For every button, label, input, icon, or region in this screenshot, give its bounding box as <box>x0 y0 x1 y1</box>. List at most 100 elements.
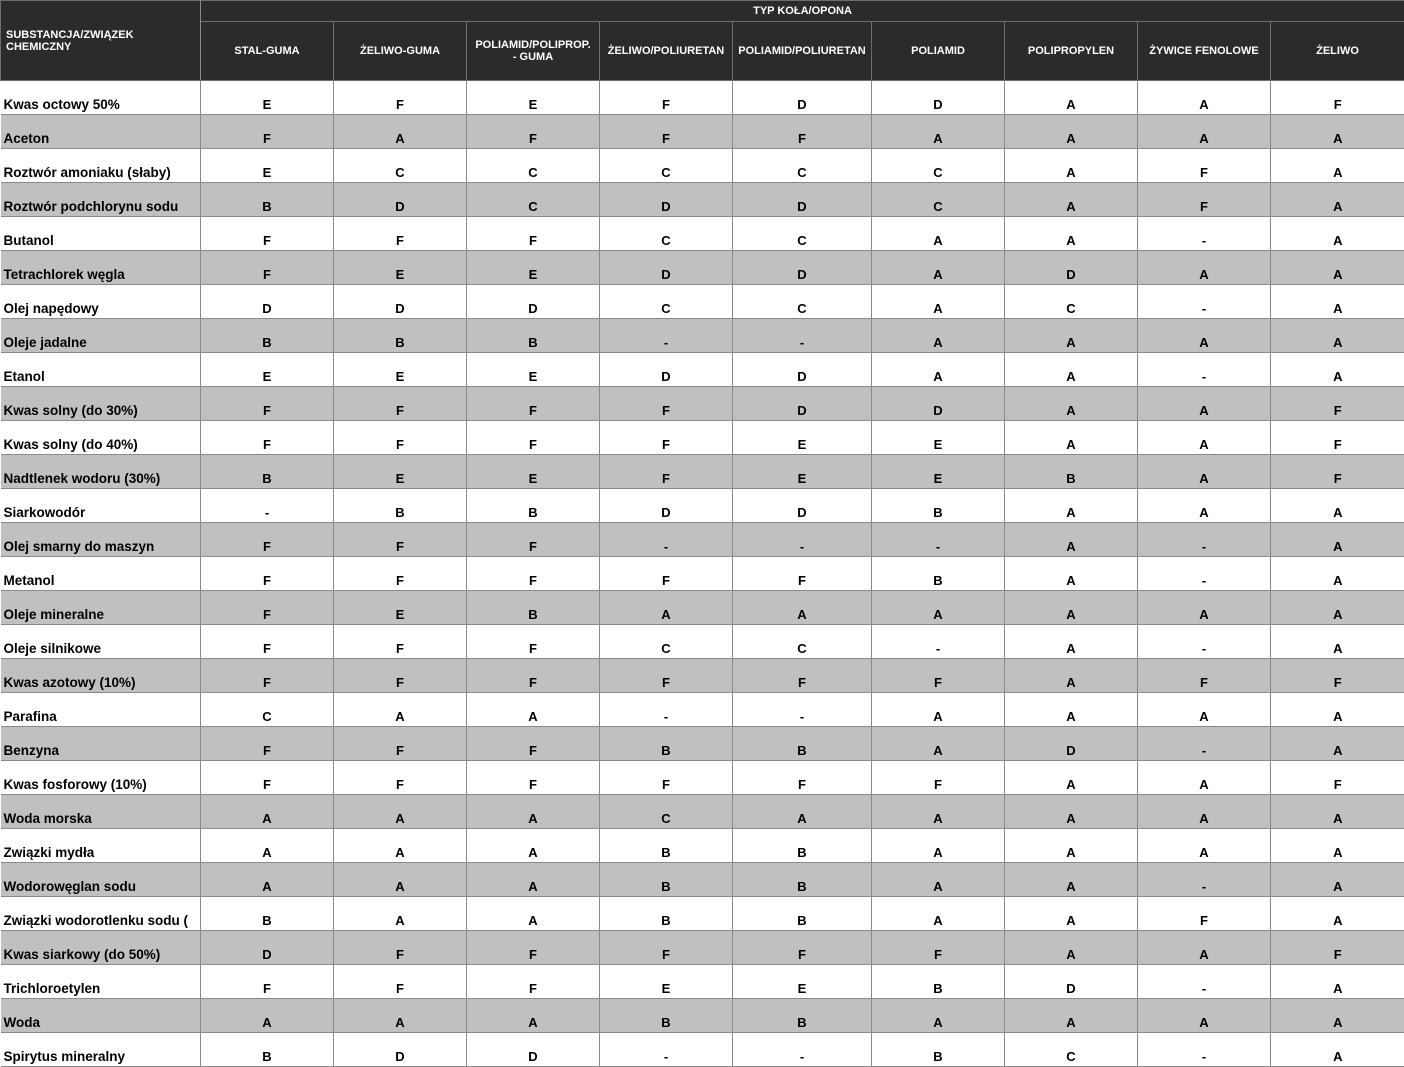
table-row: Tetrachlorek węglaFEEDDADAA <box>1 251 1404 285</box>
resistance-rating: D <box>733 489 872 523</box>
column-header: ŻELIWO/POLIURETAN <box>600 22 733 81</box>
resistance-rating: F <box>1138 183 1271 217</box>
resistance-rating: E <box>467 353 600 387</box>
resistance-rating: A <box>1138 115 1271 149</box>
resistance-rating: A <box>1005 183 1138 217</box>
resistance-rating: - <box>733 319 872 353</box>
resistance-rating: D <box>467 1033 600 1067</box>
resistance-rating: B <box>872 1033 1005 1067</box>
resistance-rating: A <box>334 795 467 829</box>
resistance-rating: B <box>201 183 334 217</box>
chemical-resistance-table: SUBSTANCJA/ZWIĄZEK CHEMICZNY TYP KOŁA/OP… <box>0 0 1404 1067</box>
resistance-rating: F <box>600 455 733 489</box>
substance-name: Kwas siarkowy (do 50%) <box>1 931 201 965</box>
substance-name: Aceton <box>1 115 201 149</box>
substance-name: Oleje silnikowe <box>1 625 201 659</box>
resistance-rating: B <box>600 897 733 931</box>
substance-name: Kwas solny (do 30%) <box>1 387 201 421</box>
resistance-rating: F <box>872 761 1005 795</box>
substance-name: Butanol <box>1 217 201 251</box>
resistance-rating: F <box>467 115 600 149</box>
column-header: ŻYWICE FENOLOWE <box>1138 22 1271 81</box>
table-row: WodaAAABBAAAA <box>1 999 1404 1033</box>
table-row: TrichloroetylenFFFEEBD-A <box>1 965 1404 999</box>
resistance-rating: F <box>334 81 467 115</box>
substance-name: Woda morska <box>1 795 201 829</box>
resistance-rating: F <box>201 115 334 149</box>
resistance-rating: C <box>600 625 733 659</box>
resistance-rating: A <box>1005 523 1138 557</box>
resistance-rating: E <box>201 81 334 115</box>
table-row: ButanolFFFCCAA-A <box>1 217 1404 251</box>
resistance-rating: E <box>467 251 600 285</box>
resistance-rating: B <box>733 829 872 863</box>
resistance-rating: A <box>1271 625 1404 659</box>
resistance-rating: A <box>1271 897 1404 931</box>
resistance-rating: - <box>1138 727 1271 761</box>
resistance-rating: B <box>201 897 334 931</box>
resistance-rating: A <box>1271 115 1404 149</box>
resistance-rating: A <box>872 285 1005 319</box>
resistance-rating: F <box>467 523 600 557</box>
resistance-rating: F <box>1138 149 1271 183</box>
resistance-rating: F <box>467 931 600 965</box>
resistance-rating: D <box>201 285 334 319</box>
resistance-rating: - <box>733 1033 872 1067</box>
resistance-rating: F <box>1271 421 1404 455</box>
resistance-rating: D <box>600 183 733 217</box>
resistance-rating: B <box>733 863 872 897</box>
resistance-rating: F <box>334 761 467 795</box>
resistance-rating: D <box>1005 965 1138 999</box>
substance-name: Olej smarny do maszyn <box>1 523 201 557</box>
table-row: Oleje silnikoweFFFCC-A-A <box>1 625 1404 659</box>
resistance-rating: - <box>1138 965 1271 999</box>
resistance-rating: B <box>733 999 872 1033</box>
resistance-rating: D <box>733 183 872 217</box>
resistance-rating: B <box>600 999 733 1033</box>
resistance-rating: A <box>1005 489 1138 523</box>
header-substance: SUBSTANCJA/ZWIĄZEK CHEMICZNY <box>1 1 201 81</box>
substance-name: Wodorowęglan sodu <box>1 863 201 897</box>
substance-name: Benzyna <box>1 727 201 761</box>
resistance-rating: A <box>1005 557 1138 591</box>
table-row: Nadtlenek wodoru (30%)BEEFEEBAF <box>1 455 1404 489</box>
resistance-rating: F <box>334 387 467 421</box>
column-header: ŻELIWO <box>1271 22 1404 81</box>
resistance-rating: F <box>1271 387 1404 421</box>
column-header: POLIAMID <box>872 22 1005 81</box>
table-row: Kwas solny (do 40%)FFFFEEAAF <box>1 421 1404 455</box>
resistance-rating: F <box>467 625 600 659</box>
resistance-rating: A <box>1271 489 1404 523</box>
resistance-rating: A <box>334 693 467 727</box>
resistance-rating: F <box>201 387 334 421</box>
resistance-rating: D <box>600 353 733 387</box>
resistance-rating: A <box>1005 115 1138 149</box>
table-row: Woda morskaAAACAAAAA <box>1 795 1404 829</box>
resistance-rating: F <box>201 523 334 557</box>
column-header: POLIAMID/POLIPROP.- GUMA <box>467 22 600 81</box>
resistance-rating: C <box>1005 285 1138 319</box>
resistance-rating: F <box>334 217 467 251</box>
substance-name: Roztwór amoniaku (słaby) <box>1 149 201 183</box>
resistance-rating: D <box>334 183 467 217</box>
resistance-rating: - <box>733 523 872 557</box>
resistance-rating: A <box>1138 489 1271 523</box>
resistance-rating: F <box>334 931 467 965</box>
resistance-rating: E <box>334 353 467 387</box>
resistance-rating: C <box>600 217 733 251</box>
resistance-rating: F <box>733 761 872 795</box>
resistance-rating: A <box>872 693 1005 727</box>
resistance-rating: F <box>600 387 733 421</box>
resistance-rating: D <box>600 251 733 285</box>
resistance-rating: B <box>201 455 334 489</box>
resistance-rating: A <box>334 863 467 897</box>
resistance-rating: A <box>733 591 872 625</box>
resistance-rating: A <box>872 217 1005 251</box>
resistance-rating: E <box>872 455 1005 489</box>
resistance-rating: A <box>1005 217 1138 251</box>
resistance-rating: A <box>1138 761 1271 795</box>
resistance-rating: B <box>467 319 600 353</box>
substance-name: Spirytus mineralny <box>1 1033 201 1067</box>
resistance-rating: F <box>600 115 733 149</box>
resistance-rating: A <box>1005 795 1138 829</box>
